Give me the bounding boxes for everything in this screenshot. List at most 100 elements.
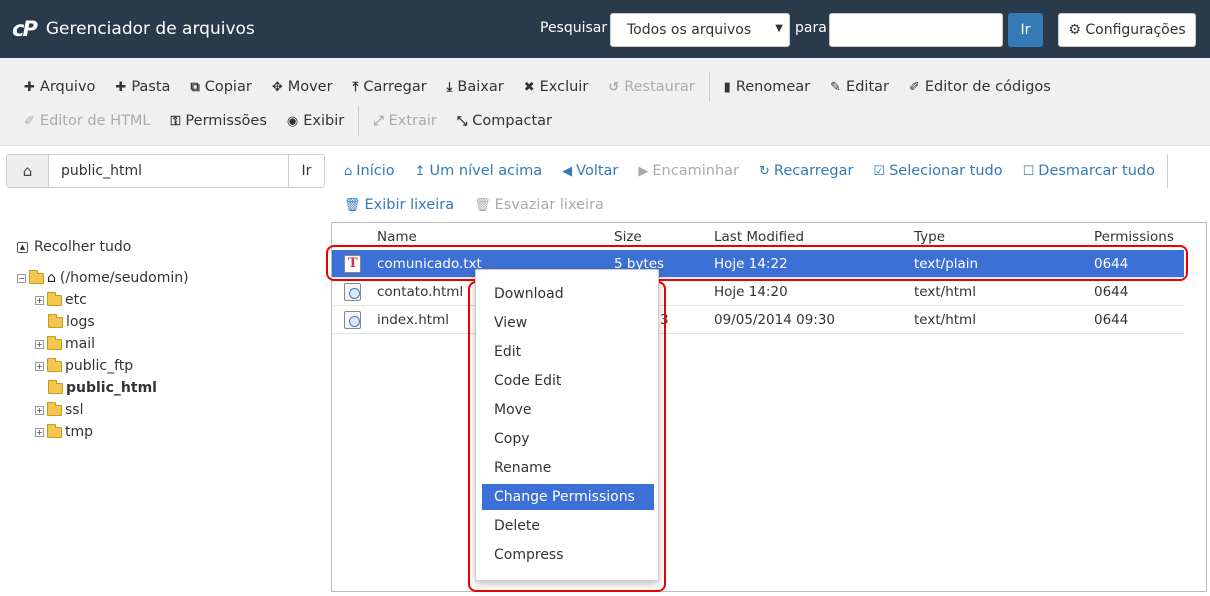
arrow-left-icon: ◀ <box>562 163 573 179</box>
menu-item-code-edit[interactable]: Code Edit <box>482 368 654 394</box>
path-go-button[interactable]: Ir <box>288 155 324 187</box>
column-header-name[interactable]: Name <box>377 229 417 245</box>
empty-trash-link[interactable]: 🗑 Esvaziar lixeira <box>464 197 614 213</box>
edit-icon: ✐ <box>24 113 35 129</box>
refresh-icon: ↻ <box>758 163 770 179</box>
folder-icon <box>47 357 62 372</box>
rename-button[interactable]: ▮ Renomear <box>714 79 820 95</box>
brand[interactable]: cP Gerenciador de arquivos <box>12 15 255 43</box>
menu-item-rename[interactable]: Rename <box>482 455 654 481</box>
pencil-icon: ✎ <box>830 79 842 95</box>
menu-item-move[interactable]: Move <box>482 397 654 423</box>
tree-item-ssl[interactable]: + ssl <box>35 400 83 420</box>
tree-item-mail[interactable]: + mail <box>35 334 95 354</box>
copy-icon: ⧉ <box>190 79 200 95</box>
back-link[interactable]: ◀ Voltar <box>552 163 628 179</box>
level-up-icon: ↥ <box>414 163 426 179</box>
home-icon: ⌂ <box>344 163 353 179</box>
home-icon[interactable]: ⌂ <box>7 155 49 187</box>
download-button[interactable]: ⤓ Baixar <box>437 79 514 95</box>
column-header-modified[interactable]: Last Modified <box>714 229 804 245</box>
trash-icon: 🗑 <box>344 197 361 213</box>
menu-item-delete[interactable]: Delete <box>482 513 654 539</box>
up-one-level-link[interactable]: ↥ Um nível acima <box>405 163 553 179</box>
reload-link[interactable]: ↻ Recarregar <box>749 163 863 179</box>
code-editor-button[interactable]: ✐ Editor de códigos <box>899 79 1061 95</box>
column-header-permissions[interactable]: Permissions <box>1094 229 1174 245</box>
search-scope-value: Todos os arquivos <box>627 22 752 38</box>
search-scope-select[interactable]: Todos os arquivos ▼ <box>610 13 790 47</box>
selected-row-highlight <box>326 245 1188 281</box>
undo-icon: ↺ <box>608 79 620 95</box>
edit-button[interactable]: ✎ Editar <box>820 79 899 95</box>
view-trash-link[interactable]: 🗑 Exibir lixeira <box>334 197 464 213</box>
arrow-right-icon: ▶ <box>638 163 649 179</box>
home-link[interactable]: ⌂ Início <box>334 163 405 179</box>
new-folder-button[interactable]: ✚ Pasta <box>105 79 180 95</box>
tree-toggle-icon[interactable]: − <box>17 273 26 283</box>
cpanel-logo: cP <box>12 17 38 41</box>
plus-icon: ✚ <box>24 79 35 95</box>
table-row[interactable]: contato.html Hoje 14:20 text/html 0644 <box>332 278 1184 306</box>
upload-button[interactable]: ⤒ Carregar <box>343 79 437 95</box>
tree-root[interactable]: − ⌂ (/home/seudomin) <box>17 268 189 288</box>
extract-button[interactable]: ⤢ Extrair <box>363 113 447 129</box>
compress-button[interactable]: ⤡ Compactar <box>447 113 562 129</box>
tree-item-tmp[interactable]: + tmp <box>35 422 93 442</box>
move-button[interactable]: ✥ Mover <box>262 79 343 95</box>
search-input[interactable] <box>829 13 1003 47</box>
select-all-link[interactable]: ☑ Selecionar tudo <box>863 163 1012 179</box>
folder-icon <box>47 423 62 438</box>
menu-item-view[interactable]: View <box>482 310 654 336</box>
tree-toggle-icon[interactable]: + <box>35 361 44 371</box>
tree-toggle-icon[interactable]: + <box>35 295 44 305</box>
collapse-all-link[interactable]: ▲ Recolher tudo <box>17 239 131 255</box>
html-editor-button[interactable]: ✐ Editor de HTML <box>14 113 161 129</box>
forward-link[interactable]: ▶ Encaminhar <box>628 163 749 179</box>
menu-item-download[interactable]: Download <box>482 281 654 307</box>
tree-toggle-icon[interactable]: + <box>35 405 44 415</box>
folder-icon <box>48 379 63 394</box>
search-label: Pesquisar <box>540 20 608 36</box>
menu-item-compress[interactable]: Compress <box>482 542 654 568</box>
tree-item-logs[interactable]: logs <box>48 312 95 332</box>
table-row[interactable]: index.html 3 09/05/2014 09:30 text/html … <box>332 306 1184 334</box>
new-file-button[interactable]: ✚ Arquivo <box>14 79 105 95</box>
unselect-all-link[interactable]: ☐ Desmarcar tudo <box>1013 163 1165 179</box>
top-bar: cP Gerenciador de arquivos Pesquisar Tod… <box>0 0 1210 58</box>
menu-item-copy[interactable]: Copy <box>482 426 654 452</box>
folder-open-icon <box>29 269 44 284</box>
toolbar-row-1: ✚ Arquivo ✚ Pasta ⧉ Copiar ✥ Mover ⤒ Carregar… <box>14 72 1061 102</box>
settings-button[interactable]: ⚙ Configurações <box>1058 13 1196 47</box>
column-header-type[interactable]: Type <box>914 229 945 245</box>
view-button[interactable]: ◉ Exibir <box>277 113 354 129</box>
tree-item-public-html[interactable]: public_html <box>48 378 157 398</box>
copy-button[interactable]: ⧉ Copiar <box>180 79 261 95</box>
folder-icon <box>47 335 62 350</box>
tree-item-public-ftp[interactable]: + public_ftp <box>35 356 133 376</box>
trash-icon: 🗑 <box>474 197 491 213</box>
tree-item-etc[interactable]: + etc <box>35 290 87 310</box>
tree-toggle-icon[interactable]: + <box>35 427 44 437</box>
search-go-button[interactable]: Ir <box>1008 13 1043 47</box>
for-label: para <box>795 20 827 36</box>
expand-icon: ⤢ <box>373 113 384 129</box>
html-file-icon <box>344 311 361 329</box>
tree-toggle-icon[interactable]: + <box>35 339 44 349</box>
path-input[interactable]: public_html <box>61 163 142 179</box>
gear-icon: ⚙ <box>1068 22 1081 38</box>
upload-icon: ⤒ <box>352 79 359 95</box>
plus-icon: ✚ <box>115 79 127 95</box>
column-header-size[interactable]: Size <box>614 229 642 245</box>
permissions-button[interactable]: ⚿ Permissões <box>161 113 277 129</box>
eye-icon: ◉ <box>286 113 299 129</box>
restore-button[interactable]: ↺ Restaurar <box>598 79 704 95</box>
menu-item-edit[interactable]: Edit <box>482 339 654 365</box>
collapse-icon: ▲ <box>17 241 28 253</box>
file-icon: ▮ <box>723 79 731 95</box>
menu-item-change-permissions[interactable]: Change Permissions <box>482 484 654 510</box>
html-file-icon <box>344 283 361 301</box>
square-icon: ☐ <box>1022 163 1035 179</box>
nav-row-1: ⌂ Início ↥ Um nível acima ◀ Voltar ▶ Encamin… <box>334 154 1168 188</box>
delete-button[interactable]: ✖ Excluir <box>514 79 599 95</box>
